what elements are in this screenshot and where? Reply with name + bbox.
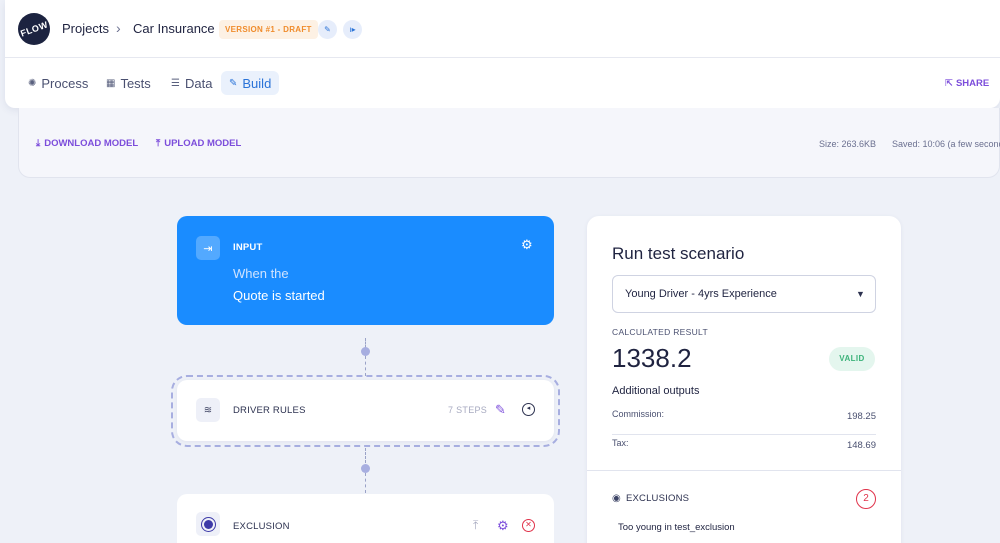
target-icon — [203, 519, 213, 529]
header-top-bar: FLOW Projects › Car Insurance VERSION #1… — [5, 0, 1000, 58]
build-icon: ✎ — [229, 77, 238, 89]
flow-connector — [365, 356, 366, 376]
tab-build-label: Build — [242, 75, 272, 91]
input-arrow-icon: ⇥ — [196, 236, 220, 260]
input-trigger-line1: When the — [233, 266, 289, 281]
input-trigger-line2: Quote is started — [233, 288, 325, 303]
upload-model-button[interactable]: ⤒ UPLOAD MODEL — [156, 138, 241, 149]
status-badge: VALID — [829, 347, 875, 371]
output-value: 148.69 — [846, 440, 876, 451]
breadcrumb-separator: › — [116, 20, 121, 36]
add-step-dot[interactable] — [361, 347, 370, 356]
share-button[interactable]: ⇱ SHARE — [945, 78, 989, 89]
chevron-down-circle-icon: ◉ — [612, 493, 621, 504]
download-model-button[interactable]: ⤓ DOWNLOAD MODEL — [36, 138, 138, 149]
driver-rules-title: DRIVER RULES — [233, 405, 306, 416]
collapse-icon[interactable]: ◂ — [522, 403, 535, 416]
input-node-title: INPUT — [233, 242, 263, 253]
exclusions-toggle[interactable]: ◉ EXCLUSIONS — [612, 493, 689, 504]
driver-rules-steps: 7 STEPS — [448, 405, 488, 415]
edit-icon[interactable]: ✎ — [495, 402, 506, 418]
exclusions-label: EXCLUSIONS — [625, 493, 690, 504]
tab-data-label: Data — [184, 75, 213, 91]
add-step-dot[interactable] — [361, 464, 370, 473]
calculated-result-value: 1338.2 — [612, 343, 692, 373]
app-header: FLOW Projects › Car Insurance VERSION #1… — [5, 0, 1000, 108]
output-value: 198.25 — [846, 411, 876, 422]
pin-icon[interactable]: ✎ — [318, 20, 337, 39]
tab-process-label: Process — [41, 75, 89, 91]
download-model-label: DOWNLOAD MODEL — [44, 138, 139, 149]
upload-icon: ⤒ — [156, 138, 161, 149]
version-badge: VERSION #1 - DRAFT — [219, 20, 318, 39]
layers-icon: ≋ — [196, 398, 220, 422]
share-label: SHARE — [955, 78, 990, 89]
remove-icon[interactable]: ✕ — [522, 519, 535, 532]
exclusion-node-icon — [196, 512, 220, 536]
gear-icon[interactable]: ⚙ — [497, 518, 509, 534]
exclusions-count-badge: 2 — [856, 489, 876, 509]
input-node[interactable]: ⇥ INPUT ⚙ When the Quote is started — [177, 216, 554, 325]
main-tabs: ✺ Process ▦ Tests ☰ Data ✎ Build ⇱ SHARE — [5, 58, 1000, 108]
scenario-select[interactable]: Young Driver - 4yrs Experience ▼ — [612, 275, 876, 313]
tab-tests-label: Tests — [120, 75, 151, 91]
output-key: Commission: — [612, 409, 665, 419]
info-icon[interactable]: ı▸ — [343, 20, 362, 39]
breadcrumb-current: Car Insurance — [133, 21, 215, 36]
divider — [587, 470, 901, 471]
driver-rules-node[interactable]: ≋ DRIVER RULES 7 STEPS ✎ ◂ — [177, 380, 554, 441]
test-scenario-panel: Run test scenario Young Driver - 4yrs Ex… — [587, 216, 901, 543]
saved-status: Saved: 10:06 (a few seconds ago) — [892, 139, 1000, 149]
share-icon: ⇱ — [945, 78, 953, 89]
tests-icon: ▦ — [106, 77, 116, 89]
chevron-down-icon: ▼ — [856, 289, 865, 299]
exclusion-node[interactable]: EXCLUSION ⤒ ⚙ ✕ — [177, 494, 554, 543]
breadcrumb-projects[interactable]: Projects — [62, 21, 109, 36]
upload-model-label: UPLOAD MODEL — [164, 138, 242, 149]
output-row: Tax: 148.69 — [612, 436, 876, 464]
process-icon: ✺ — [28, 77, 37, 89]
panel-title: Run test scenario — [612, 244, 745, 263]
output-key: Tax: — [612, 438, 629, 448]
exclusion-item: Too young in test_exclusion — [618, 522, 735, 533]
model-toolbar: ⤓ DOWNLOAD MODEL ⤒ UPLOAD MODEL Size: 26… — [18, 108, 1000, 178]
scenario-selected-value: Young Driver - 4yrs Experience — [625, 288, 777, 300]
output-row: Commission: 198.25 — [612, 407, 876, 435]
upload-icon[interactable]: ⤒ — [473, 518, 478, 533]
tab-build[interactable]: ✎ Build — [221, 71, 280, 95]
gear-icon[interactable]: ⚙ — [521, 237, 533, 253]
tab-tests[interactable]: ▦ Tests — [98, 71, 159, 95]
calculated-result-label: CALCULATED RESULT — [612, 327, 708, 337]
exclusion-title: EXCLUSION — [233, 521, 290, 532]
tab-data[interactable]: ☰ Data — [163, 71, 220, 95]
flow-connector — [365, 448, 366, 463]
model-size: Size: 263.6KB — [819, 139, 877, 149]
additional-outputs-label: Additional outputs — [612, 385, 700, 397]
tab-process[interactable]: ✺ Process — [20, 71, 96, 95]
data-icon: ☰ — [171, 77, 180, 89]
download-icon: ⤓ — [36, 138, 41, 149]
logo-text: FLOW — [18, 19, 50, 39]
app-logo[interactable]: FLOW — [18, 13, 50, 45]
flow-connector — [365, 473, 366, 493]
